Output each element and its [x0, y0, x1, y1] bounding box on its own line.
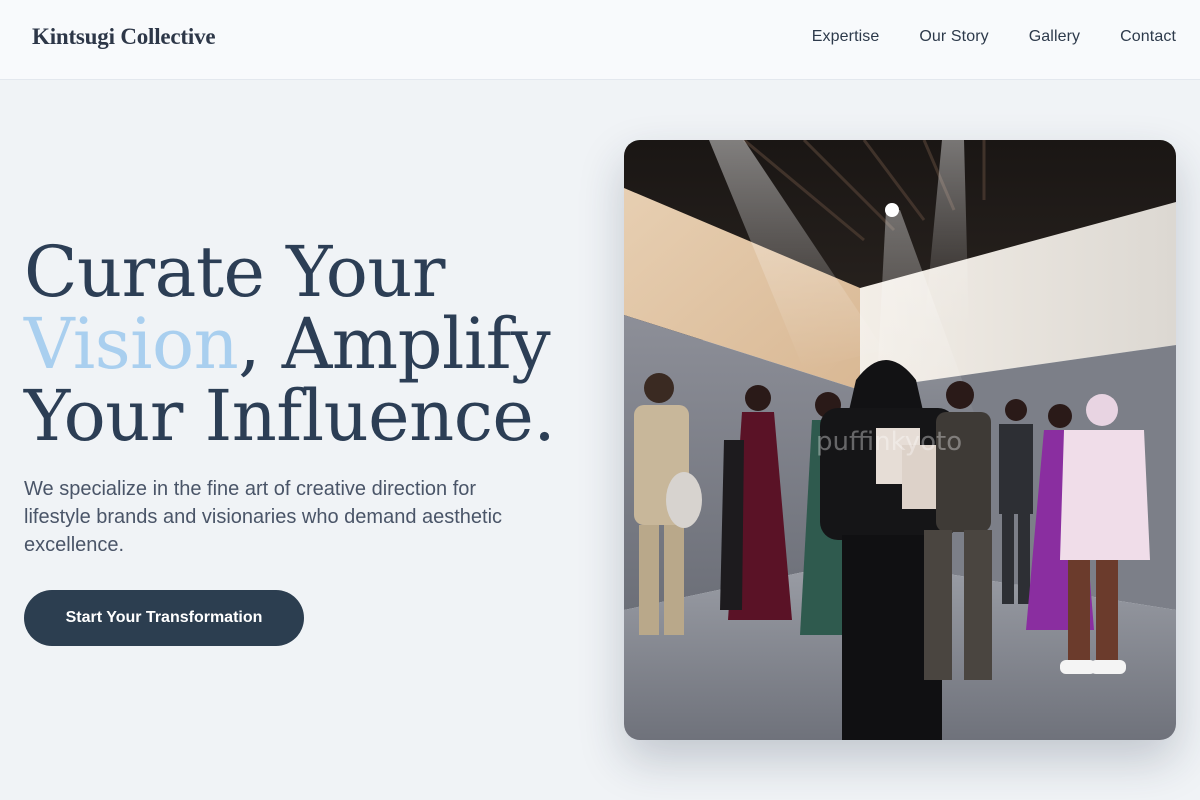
headline-part1: Curate Your: [24, 231, 445, 313]
brand-logo[interactable]: Kintsugi Collective: [32, 24, 216, 50]
nav-link-expertise[interactable]: Expertise: [812, 28, 880, 46]
hero-subtext: We specialize in the fine art of creativ…: [24, 478, 503, 556]
start-transformation-button[interactable]: Start Your Transformation: [24, 590, 304, 646]
hero-image: puffinkyoto: [624, 140, 1176, 740]
headline-accent: Vision: [24, 303, 239, 385]
site-header: Kintsugi Collective Expertise Our Story …: [0, 0, 1200, 80]
nav-link-our-story[interactable]: Our Story: [919, 28, 988, 46]
hero-headline: Curate Your Vision, Amplify Your Influen…: [24, 236, 584, 452]
nav-link-contact[interactable]: Contact: [1120, 28, 1176, 46]
photo-watermark: puffinkyoto: [816, 427, 962, 457]
main-nav: Expertise Our Story Gallery Contact: [812, 28, 1176, 46]
nav-link-gallery[interactable]: Gallery: [1029, 28, 1080, 46]
